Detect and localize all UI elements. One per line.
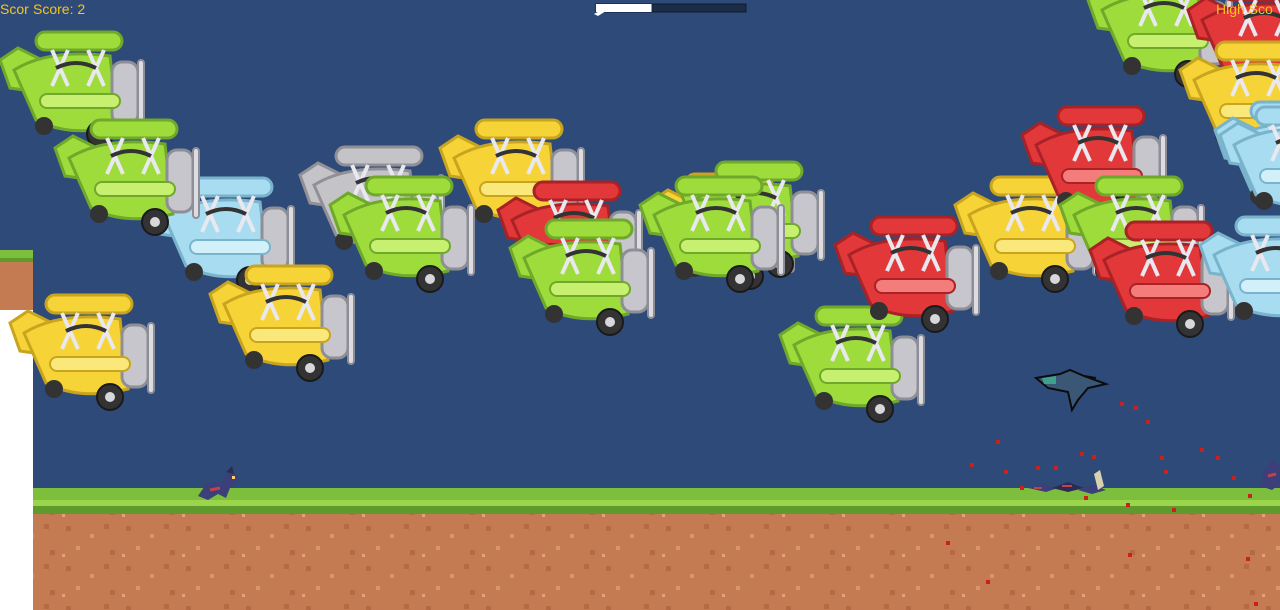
blood-drop: [1126, 503, 1130, 507]
blood-drop: [1020, 486, 1024, 490]
blood-drop: [1164, 470, 1168, 474]
score-ghost-text: Scor: [0, 1, 29, 17]
blood-drop: [986, 580, 990, 584]
blood-drop: [1054, 466, 1058, 470]
blood-drop: [1254, 602, 1258, 606]
blood-drop: [1232, 476, 1236, 480]
blood-drop: [996, 440, 1000, 444]
game-canvas: [0, 0, 1280, 610]
game-scene: Scor Score: 2 High Sco: [0, 0, 1280, 610]
blood-drop: [1200, 448, 1204, 452]
blood-drop: [1004, 470, 1008, 474]
left-ground-chunk: [0, 250, 33, 310]
blood-drop: [1128, 553, 1132, 557]
blood-drop: [1080, 452, 1084, 456]
blood-drop: [1246, 557, 1250, 561]
high-score-text: High Sco: [1216, 1, 1273, 17]
blood-drop: [1036, 466, 1040, 470]
blood-drop: [1172, 508, 1176, 512]
blood-drop: [1248, 494, 1252, 498]
blood-drop: [1146, 420, 1150, 424]
blood-drop: [1216, 456, 1220, 460]
blood-drop: [1092, 455, 1096, 459]
blood-drop: [1160, 456, 1164, 460]
blood-drop: [970, 463, 974, 467]
blood-drop: [946, 541, 950, 545]
left-sky-sliver: [0, 0, 33, 250]
ground: [33, 488, 1280, 610]
blood-drop: [1084, 496, 1088, 500]
score-text: Score: 2: [33, 1, 86, 17]
blood-drop: [1120, 402, 1124, 406]
blood-drop: [1134, 406, 1138, 410]
